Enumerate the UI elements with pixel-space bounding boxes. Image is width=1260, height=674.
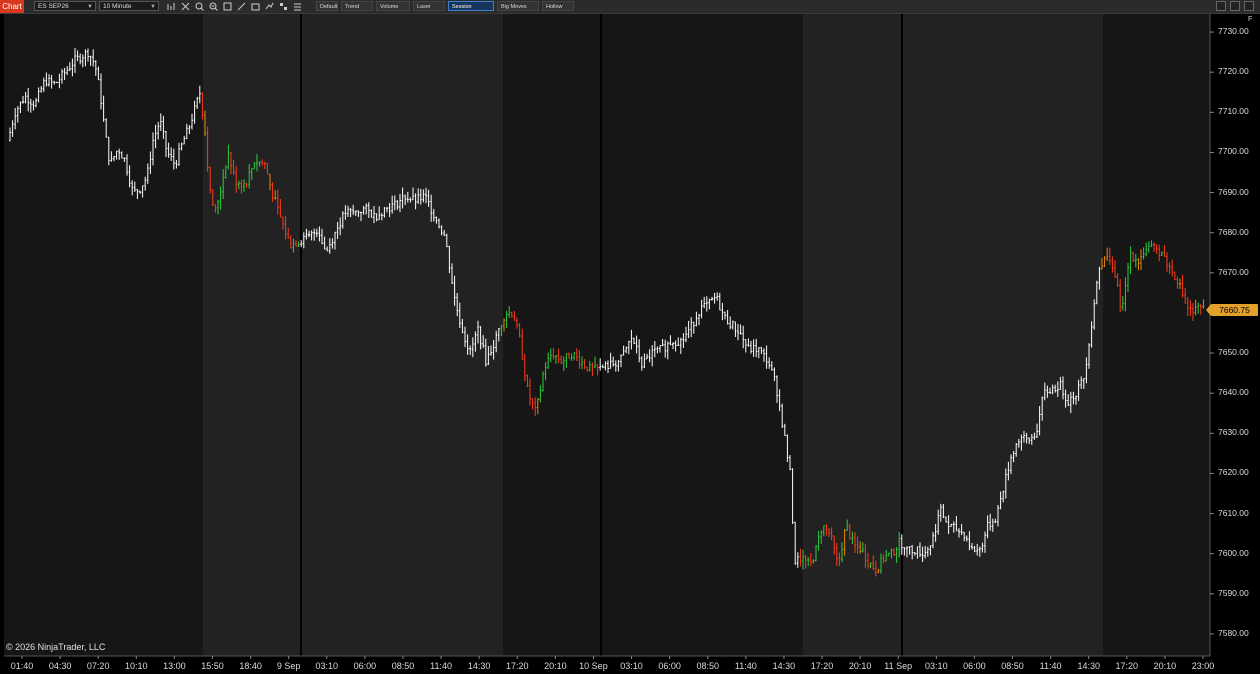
time-axis-label: 20:10 [1153, 661, 1177, 671]
time-axis-label: 13:00 [163, 661, 186, 671]
price-axis-label: 7640.00 [1218, 387, 1249, 398]
time-axis-label: 10 Sep [579, 661, 608, 671]
time-axis-label: 06:00 [353, 661, 377, 671]
time-axis-label: 08:50 [1001, 661, 1024, 671]
price-axis-label: 7650.00 [1218, 347, 1249, 358]
time-axis-label: 01:40 [10, 661, 34, 671]
price-axis-label: 7670.00 [1218, 266, 1249, 277]
time-axis-label: 10:10 [125, 661, 148, 671]
price-axis-label: 7720.00 [1218, 66, 1249, 77]
price-axis-label: 7700.00 [1218, 146, 1249, 157]
session-band-highlight [803, 14, 1103, 656]
price-axis-label: 7620.00 [1218, 467, 1249, 478]
time-axis-label: 06:00 [963, 661, 986, 671]
time-axis-label: 03:10 [315, 661, 339, 671]
time-axis-label: 14:30 [1077, 661, 1100, 671]
time-axis-label: 11:40 [734, 661, 757, 671]
time-axis-label: 07:20 [86, 661, 110, 671]
price-chart[interactable] [0, 0, 1260, 674]
time-axis-label: 08:50 [391, 661, 415, 671]
time-axis-label: 11:40 [1039, 661, 1062, 671]
price-axis-label: 7630.00 [1218, 427, 1249, 438]
time-axis-label: 14:30 [467, 661, 491, 671]
time-axis-label: 03:10 [620, 661, 643, 671]
time-axis-label: 11:40 [430, 661, 452, 671]
time-axis-label: 03:10 [925, 661, 948, 671]
price-axis-label: 7580.00 [1218, 627, 1249, 638]
time-axis-label: 08:50 [696, 661, 719, 671]
time-axis-label: 14:30 [772, 661, 796, 671]
price-axis-label: 7610.00 [1218, 507, 1249, 518]
time-axis-label: 11 Sep [884, 661, 913, 671]
time-axis-label: 04:30 [48, 661, 72, 671]
time-axis-label: 17:20 [810, 661, 834, 671]
time-axis-label: 15:50 [201, 661, 224, 671]
price-axis-label: 7730.00 [1218, 26, 1249, 37]
time-axis-label: 17:20 [505, 661, 529, 671]
price-axis-label: 7600.00 [1218, 547, 1249, 558]
price-axis-label: 7690.00 [1218, 186, 1249, 197]
time-axis-label: 9 Sep [276, 661, 301, 671]
time-axis-label: 06:00 [658, 661, 681, 671]
price-axis-label: 7590.00 [1218, 587, 1249, 598]
time-axis-label: 18:40 [239, 661, 262, 671]
time-axis-label: 23:00 [1191, 661, 1215, 671]
copyright-text: © 2026 NinjaTrader, LLC [6, 642, 106, 652]
price-axis-label: 7680.00 [1218, 226, 1249, 237]
time-axis-label: 20:10 [848, 661, 872, 671]
time-axis-label: 20:10 [544, 661, 567, 671]
time-axis-label: 17:20 [1115, 661, 1139, 671]
last-price-marker: 7660.75 [1206, 303, 1258, 316]
chart-f-marker: F [1248, 16, 1253, 23]
session-band-highlight [203, 14, 503, 656]
price-axis-label: 7710.00 [1218, 106, 1249, 117]
